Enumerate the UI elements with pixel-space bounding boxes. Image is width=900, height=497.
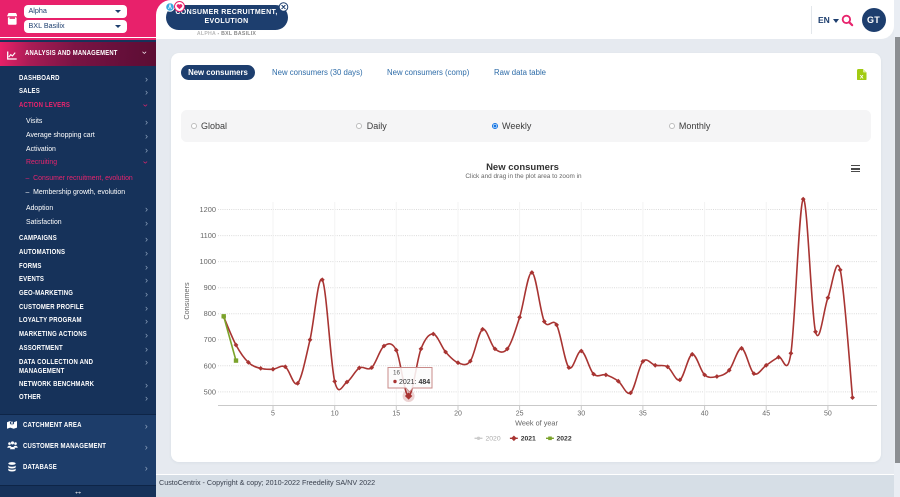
svg-text:1100: 1100 (200, 231, 216, 240)
svg-text:5: 5 (271, 411, 275, 418)
svg-text:700: 700 (204, 335, 216, 344)
svg-text:40: 40 (701, 411, 709, 418)
svg-text:35: 35 (639, 411, 647, 418)
svg-text:Consumers: Consumers (182, 282, 191, 320)
svg-text:2021: 484: 2021: 484 (399, 379, 430, 386)
svg-text:50: 50 (824, 411, 832, 418)
svg-text:Week of year: Week of year (515, 419, 558, 428)
svg-text:1000: 1000 (200, 257, 216, 266)
svg-text:10: 10 (331, 411, 339, 418)
svg-text:1200: 1200 (200, 205, 216, 214)
svg-text:600: 600 (204, 361, 216, 370)
svg-text:20: 20 (454, 411, 462, 418)
svg-text:2022: 2022 (557, 436, 572, 443)
svg-text:2020: 2020 (486, 436, 501, 443)
svg-text:800: 800 (204, 309, 216, 318)
svg-text:900: 900 (204, 283, 216, 292)
svg-text:16: 16 (393, 370, 401, 377)
svg-text:45: 45 (762, 411, 770, 418)
svg-text:500: 500 (204, 387, 216, 396)
svg-text:15: 15 (392, 411, 400, 418)
svg-text:25: 25 (516, 411, 524, 418)
svg-text:30: 30 (577, 411, 585, 418)
svg-text:2021: 2021 (521, 436, 536, 443)
